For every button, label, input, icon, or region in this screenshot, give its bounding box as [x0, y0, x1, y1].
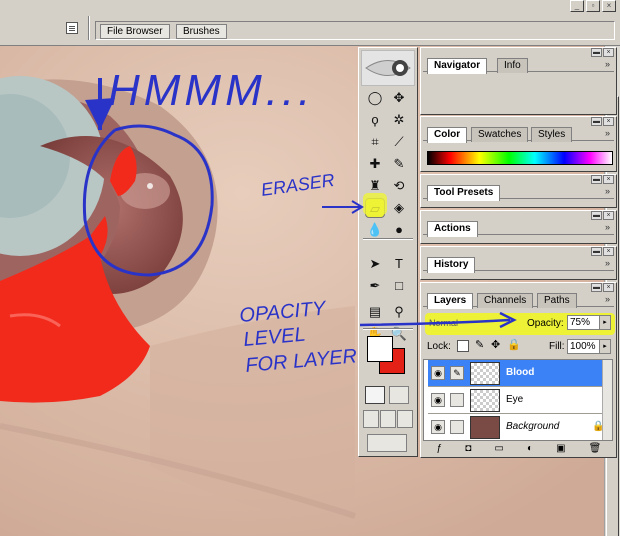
palette-menu-icon[interactable]: »: [605, 294, 610, 304]
layer-thumbnail: [470, 362, 500, 385]
tab-layers[interactable]: Layers: [427, 293, 474, 309]
quick-mask-button[interactable]: [389, 386, 409, 404]
foreground-color-swatch[interactable]: [367, 336, 393, 362]
palette-menu-icon[interactable]: »: [605, 128, 610, 138]
layer-row-blood[interactable]: ◉ ✎ Blood: [428, 360, 608, 387]
path-selection-tool-icon[interactable]: ➤: [365, 254, 385, 274]
layer-thumbnail: [470, 389, 500, 412]
actions-palette: ▬ × Actions »: [420, 210, 617, 244]
notes-tool-icon[interactable]: ▤: [365, 302, 385, 322]
new-set-icon[interactable]: ▭: [494, 443, 503, 457]
tab-styles[interactable]: Styles: [531, 127, 573, 142]
restore-icon[interactable]: ▫: [586, 0, 600, 12]
eyedropper-tool-icon[interactable]: ⚲: [389, 302, 409, 322]
document-icon[interactable]: [66, 22, 78, 34]
layer-thumbnail: [470, 416, 500, 439]
pen-tool-icon[interactable]: ✒: [365, 276, 385, 296]
palette-menu-icon[interactable]: »: [605, 258, 610, 268]
opacity-label: Opacity:: [527, 318, 564, 329]
paint-bucket-tool-icon[interactable]: ◈: [389, 198, 409, 218]
move-tool-icon[interactable]: ✥: [389, 88, 409, 108]
palette-well: [95, 21, 615, 40]
layer-name: Blood: [506, 367, 535, 378]
color-ramp[interactable]: [427, 151, 613, 165]
toolbox: ◯ ✥ ϙ ✲ ⌗ ⟋ ✚ ✎ ♜ ⟲ ▱ ◈ 💧 ● ➤ T ✒ □ ▤ ⚲ ✋ 🔍: [358, 47, 418, 457]
adjustment-layer-icon[interactable]: ◐: [527, 443, 533, 457]
layers-palette: ▬ × Layers Channels Paths » Normal Opacit…: [420, 282, 617, 458]
screen-mode-standard-button[interactable]: [363, 410, 379, 428]
layer-list-scrollbar[interactable]: [602, 360, 612, 440]
blend-mode-select[interactable]: Normal: [429, 318, 458, 328]
slice-tool-icon[interactable]: ⟋: [389, 132, 409, 152]
screen-mode-full-button[interactable]: [397, 410, 413, 428]
palette-menu-icon[interactable]: »: [605, 59, 610, 69]
type-tool-icon[interactable]: T: [389, 254, 409, 274]
tab-tool-presets[interactable]: Tool Presets: [427, 185, 501, 201]
fill-label: Fill:: [549, 341, 565, 352]
clone-stamp-tool-icon[interactable]: ♜: [365, 176, 385, 196]
tab-swatches[interactable]: Swatches: [471, 127, 529, 142]
lock-transparency-icon[interactable]: [457, 340, 469, 352]
link-icon[interactable]: [450, 420, 464, 434]
toolbox-divider: [363, 238, 413, 240]
standard-mode-button[interactable]: [365, 386, 385, 404]
tool-presets-palette: ▬ × Tool Presets »: [420, 174, 617, 208]
lock-position-icon[interactable]: ✥: [491, 338, 500, 351]
layer-name: Eye: [506, 394, 524, 405]
tab-color[interactable]: Color: [427, 127, 468, 143]
tab-channels[interactable]: Channels: [477, 293, 534, 308]
fill-slider-arrow-icon[interactable]: ▸: [599, 339, 611, 354]
lock-label: Lock:: [427, 341, 451, 352]
crop-tool-icon[interactable]: ⌗: [365, 132, 385, 152]
link-icon[interactable]: [450, 393, 464, 407]
screen-mode-full-menu-button[interactable]: [380, 410, 396, 428]
layer-style-icon[interactable]: ƒ: [437, 443, 443, 457]
opacity-slider-arrow-icon[interactable]: ▸: [599, 315, 611, 330]
marquee-tool-icon[interactable]: ◯: [365, 88, 385, 108]
layer-name: Background: [506, 421, 560, 432]
brush-icon[interactable]: ✎: [450, 366, 464, 380]
layer-row-background[interactable]: ◉ Background 🔒: [428, 414, 608, 441]
close-icon[interactable]: ×: [602, 0, 616, 12]
trash-icon[interactable]: 🗑: [589, 443, 602, 457]
window-controls: _ ▫ ×: [570, 0, 616, 12]
tab-history[interactable]: History: [427, 257, 476, 273]
navigator-palette: ▬ × Navigator Info »: [420, 47, 617, 115]
rectangle-tool-icon[interactable]: □: [389, 276, 409, 296]
new-layer-icon[interactable]: ▣: [556, 443, 565, 457]
layer-mask-icon[interactable]: ◘: [465, 443, 471, 457]
lasso-tool-icon[interactable]: ϙ: [365, 110, 385, 130]
photoshop-logo[interactable]: [361, 50, 415, 86]
lock-all-icon[interactable]: 🔒: [507, 338, 521, 351]
healing-brush-tool-icon[interactable]: ✚: [365, 154, 385, 174]
blur-tool-icon[interactable]: 💧: [365, 220, 385, 240]
eye-icon[interactable]: ◉: [431, 420, 445, 434]
lock-pixels-icon[interactable]: ✎: [475, 338, 484, 351]
separator: [88, 16, 90, 40]
brush-tool-icon[interactable]: ✎: [389, 154, 409, 174]
magic-wand-tool-icon[interactable]: ✲: [389, 110, 409, 130]
history-palette: ▬ × History »: [420, 246, 617, 280]
color-palette: ▬ × Color Swatches Styles »: [420, 116, 617, 172]
eye-icon[interactable]: ◉: [431, 366, 445, 380]
layer-row-eye[interactable]: ◉ Eye: [428, 387, 608, 414]
palette-menu-icon[interactable]: »: [605, 222, 610, 232]
tab-info[interactable]: Info: [497, 58, 528, 73]
palette-menu-icon[interactable]: »: [605, 186, 610, 196]
tab-actions[interactable]: Actions: [427, 221, 478, 237]
tab-paths[interactable]: Paths: [537, 293, 577, 308]
eraser-tool-icon[interactable]: ▱: [365, 198, 385, 218]
tab-navigator[interactable]: Navigator: [427, 58, 488, 74]
eye-icon[interactable]: ◉: [431, 393, 445, 407]
layer-list: ◉ ✎ Blood ◉ Eye ◉ Background 🔒: [423, 359, 613, 441]
eye-logo-icon: [365, 60, 411, 76]
toolbox-divider: [363, 328, 413, 330]
options-bar: _ ▫ × File Browser Brushes: [0, 0, 620, 46]
tab-brushes[interactable]: Brushes: [176, 24, 227, 39]
history-brush-tool-icon[interactable]: ⟲: [389, 176, 409, 196]
dodge-tool-icon[interactable]: ●: [389, 220, 409, 240]
tab-file-browser[interactable]: File Browser: [100, 24, 170, 39]
minimize-icon[interactable]: _: [570, 0, 584, 12]
jump-to-imageready-button[interactable]: [367, 434, 407, 452]
